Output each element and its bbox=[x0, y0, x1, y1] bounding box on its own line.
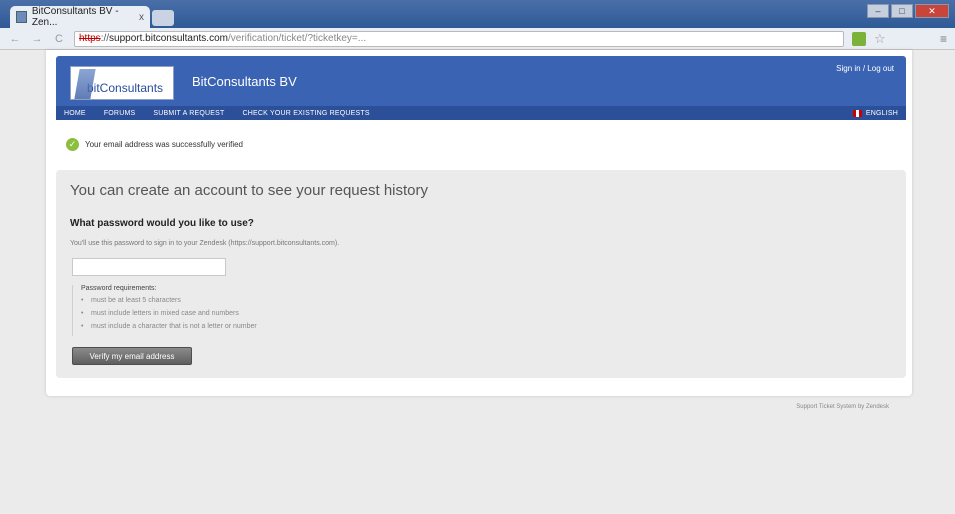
password-input[interactable] bbox=[72, 258, 226, 276]
browser-menu-icon[interactable]: ≡ bbox=[940, 32, 947, 46]
password-question: What password would you like to use? bbox=[70, 218, 254, 229]
nav-item-check-requests[interactable]: CHECK YOUR EXISTING REQUESTS bbox=[243, 110, 370, 117]
window-controls: – □ ✕ bbox=[867, 4, 949, 18]
address-bar[interactable]: https :// support.bitconsultants.com /ve… bbox=[74, 30, 844, 47]
back-arrow-icon[interactable]: ← bbox=[8, 33, 22, 45]
verify-email-button[interactable]: Verify my email address bbox=[72, 347, 192, 365]
requirements-title: Password requirements: bbox=[81, 285, 157, 292]
minimize-icon[interactable]: – bbox=[867, 4, 889, 18]
nav-item-home[interactable]: HOME bbox=[64, 110, 86, 117]
forward-arrow-icon[interactable]: → bbox=[30, 33, 44, 45]
panel-title: You can create an account to see your re… bbox=[70, 182, 429, 199]
extension-icon[interactable] bbox=[852, 31, 866, 46]
page-container: bitConsultants BitConsultants BV Sign in… bbox=[46, 50, 912, 396]
checkmark-icon: ✓ bbox=[66, 137, 79, 151]
browser-toolbar: ← → C https :// support.bitconsultants.c… bbox=[0, 28, 955, 50]
url-host: support.bitconsultants.com bbox=[109, 33, 228, 44]
bookmark-star-icon[interactable]: ☆ bbox=[874, 31, 886, 47]
language-label: ENGLISH bbox=[865, 109, 898, 117]
url-path: /verification/ticket/?ticketkey=... bbox=[227, 33, 367, 44]
browser-titlebar: BitConsultants BV - Zen... x – □ ✕ bbox=[0, 0, 955, 28]
requirement-item: must include a character that is not a l… bbox=[81, 323, 372, 330]
flag-icon bbox=[852, 109, 862, 117]
language-selector[interactable]: ENGLISH bbox=[852, 109, 898, 117]
password-requirements: Password requirements: must be at least … bbox=[72, 285, 372, 336]
notice-text: Your email address was successfully veri… bbox=[85, 139, 243, 149]
account-panel: You can create an account to see your re… bbox=[56, 170, 906, 378]
new-tab-button[interactable] bbox=[152, 10, 174, 26]
site-header: bitConsultants BitConsultants BV Sign in… bbox=[56, 56, 906, 106]
footer-credit[interactable]: Support Ticket System by Zendesk bbox=[796, 404, 889, 410]
maximize-icon[interactable]: □ bbox=[891, 4, 913, 18]
favicon-icon bbox=[16, 11, 27, 23]
logo-text: bitConsultants bbox=[87, 81, 164, 95]
browser-tab[interactable]: BitConsultants BV - Zen... x bbox=[10, 6, 150, 28]
tab-close-icon[interactable]: x bbox=[139, 12, 144, 23]
url-separator: :// bbox=[100, 33, 110, 44]
company-name: BitConsultants BV bbox=[192, 74, 297, 89]
company-logo[interactable]: bitConsultants bbox=[70, 66, 174, 100]
requirement-item: must be at least 5 characters bbox=[81, 297, 372, 304]
requirement-item: must include letters in mixed case and n… bbox=[81, 310, 372, 317]
success-notice: ✓ Your email address was successfully ve… bbox=[66, 136, 243, 152]
tab-title: BitConsultants BV - Zen... bbox=[31, 6, 119, 28]
reload-icon[interactable]: C bbox=[52, 33, 66, 45]
nav-item-submit-request[interactable]: SUBMIT A REQUEST bbox=[153, 110, 224, 117]
close-window-icon[interactable]: ✕ bbox=[915, 4, 949, 18]
password-hint: You'll use this password to sign in to y… bbox=[70, 240, 340, 247]
nav-item-forums[interactable]: FORUMS bbox=[104, 110, 136, 117]
main-nav: HOME FORUMS SUBMIT A REQUEST CHECK YOUR … bbox=[56, 106, 906, 120]
signin-link[interactable]: Sign in / Log out bbox=[836, 64, 894, 73]
url-scheme: https bbox=[79, 33, 101, 44]
